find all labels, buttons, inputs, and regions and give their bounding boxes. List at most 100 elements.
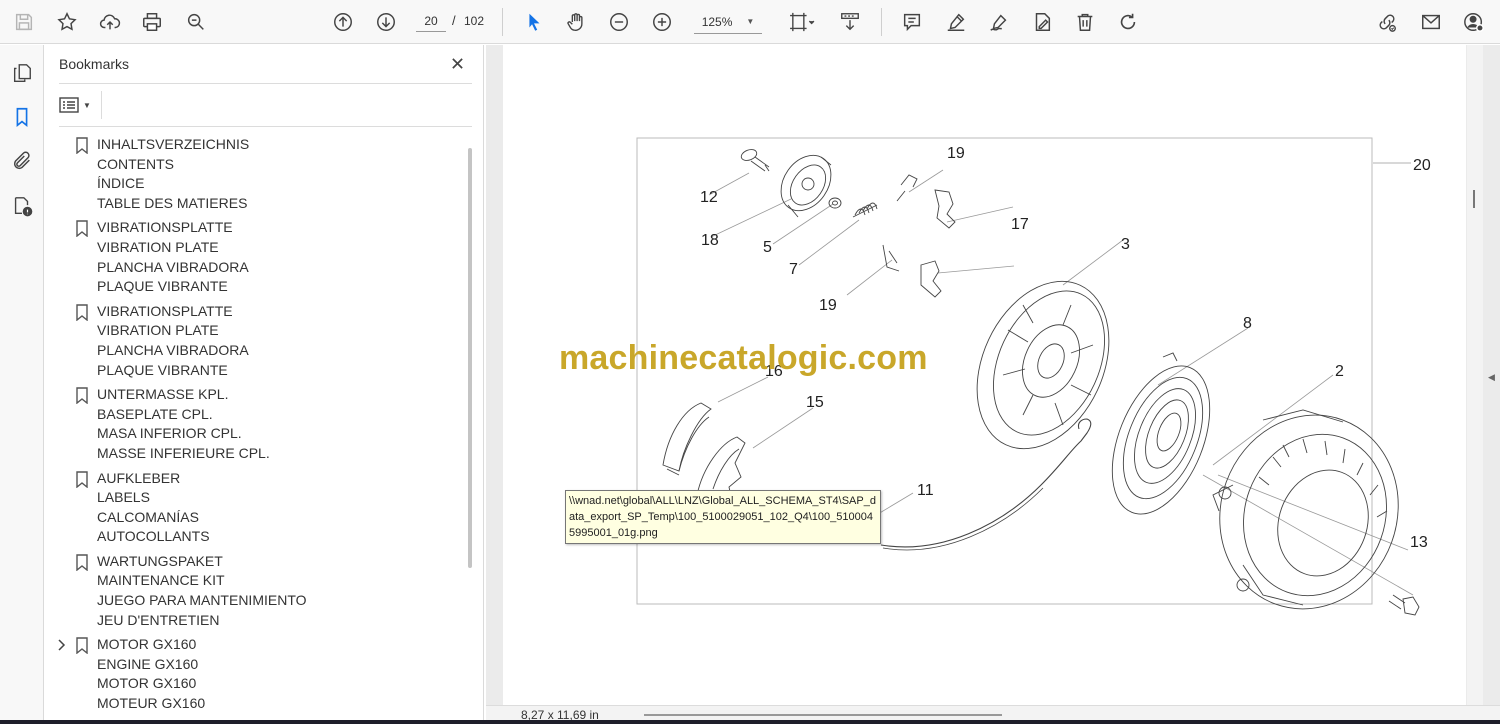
zoom-in-icon[interactable]	[647, 7, 677, 37]
part-number: 19	[947, 145, 965, 162]
image-path-tooltip: \\wnad.net\global\ALL\LNZ\Global_ALL_SCH…	[565, 490, 881, 544]
options-divider	[101, 91, 102, 119]
bookmark-icon	[76, 387, 88, 405]
bookmark-label: MASA INFERIOR CPL.	[97, 425, 242, 442]
bookmark-item[interactable]: VIBRATIONSPLATTE VIBRATION PLATE PLANCHA…	[45, 302, 465, 380]
part-handle	[662, 402, 712, 476]
pdf-page: 12 18 5 7 19 19 17 3 8 2 16 15 11 13 20 …	[503, 45, 1466, 705]
close-icon[interactable]	[443, 51, 471, 75]
bookmark-label: CALCOMANÍAS	[97, 508, 199, 525]
bookmark-item[interactable]: WARTUNGSPAKET MAINTENANCE KIT JUEGO PARA…	[45, 552, 465, 630]
part-number: 7	[789, 261, 798, 278]
bookmark-label: CONTENTS	[97, 155, 174, 172]
zoom-level-dropdown[interactable]: 125% ▼	[694, 10, 762, 34]
rotate-icon[interactable]	[1113, 7, 1143, 37]
part-number: 15	[806, 394, 824, 411]
share-link-icon[interactable]	[1372, 7, 1402, 37]
bookmark-label: VIBRATIONSPLATTE	[97, 302, 233, 319]
options-list-icon	[59, 97, 79, 113]
bookmark-label: MOTEUR GX160	[97, 695, 206, 712]
bookmark-label: PLANCHA VIBRADORA	[97, 258, 249, 275]
part-ratchet	[780, 154, 832, 218]
part-housing	[1212, 409, 1399, 610]
bookmark-label: VIBRATION PLATE	[97, 322, 219, 339]
page-fit-icon[interactable]	[782, 7, 822, 37]
bookmark-label: PLANCHA VIBRADORA	[97, 341, 249, 358]
page-scrollbar-thumb[interactable]	[1473, 190, 1475, 208]
horizontal-scrollbar[interactable]	[644, 714, 1002, 716]
bookmark-options-button[interactable]: ▼	[59, 93, 97, 117]
part-number: 13	[1410, 534, 1428, 551]
fill-sign-icon[interactable]	[1027, 7, 1057, 37]
chevron-right-icon[interactable]	[56, 639, 66, 651]
bookmark-label: LABELS	[97, 489, 150, 506]
part-number: 12	[700, 189, 718, 206]
part-number: 19	[819, 297, 837, 314]
bookmark-item[interactable]: MOTOR GX160 ENGINE GX160 MOTOR GX160 MOT…	[45, 635, 465, 713]
draw-signature-icon[interactable]	[984, 7, 1014, 37]
bookmark-label: PLAQUE VIBRANTE	[97, 361, 228, 378]
delete-trash-icon[interactable]	[1070, 7, 1100, 37]
attachments-paperclip-icon[interactable]	[7, 146, 37, 176]
toolbar-divider	[881, 8, 882, 36]
bookmark-item[interactable]: INHALTSVERZEICHNIS CONTENTS ÍNDICE TABLE…	[45, 135, 465, 213]
next-page-icon[interactable]	[371, 7, 401, 37]
bookmarks-scrollbar[interactable]	[468, 148, 472, 568]
bookmark-item[interactable]: VIBRATIONSPLATTE VIBRATION PLATE PLANCHA…	[45, 218, 465, 296]
previous-page-icon[interactable]	[328, 7, 358, 37]
chevron-down-icon: ▼	[746, 17, 755, 26]
part-number: 8	[1243, 315, 1252, 332]
bookmark-label: JUEGO PARA MANTENIMIENTO	[97, 592, 307, 609]
part-number: 20	[1413, 157, 1431, 174]
bookmark-item[interactable]: AUFKLEBER LABELS CALCOMANÍAS AUTOCOLLANT…	[45, 469, 465, 547]
highlight-pen-icon[interactable]	[941, 7, 971, 37]
print-icon[interactable]	[137, 7, 167, 37]
bookmark-list: INHALTSVERZEICHNIS CONTENTS ÍNDICE TABLE…	[45, 135, 465, 724]
bookmarks-tab-icon[interactable]	[7, 102, 37, 132]
bookmark-label: MOTOR GX160	[97, 675, 197, 692]
part-number: 5	[763, 239, 772, 256]
part-bolt	[1388, 594, 1420, 616]
collapse-right-panel-icon[interactable]: ◀	[1488, 372, 1495, 383]
part-number: 17	[1011, 216, 1029, 233]
bookmark-label: AUTOCOLLANTS	[97, 528, 210, 545]
bookmark-label: MAINTENANCE KIT	[97, 572, 225, 589]
bookmark-label: TABLE DES MATIERES	[97, 194, 248, 211]
bookmark-label: MOTOR GX160	[97, 636, 197, 653]
bookmark-item[interactable]: UNTERMASSE KPL. BASEPLATE CPL. MASA INFE…	[45, 385, 465, 463]
bookmark-label: JEU D'ENTRETIEN	[97, 611, 220, 628]
cloud-upload-icon[interactable]	[95, 7, 125, 37]
scroll-mode-icon[interactable]	[835, 7, 865, 37]
bookmark-icon	[76, 137, 88, 154]
bookmark-label: WARTUNGSPAKET	[97, 552, 223, 569]
page-scrollbar-track[interactable]	[1467, 45, 1483, 705]
part-screw	[740, 149, 770, 172]
zoom-level-value: 125%	[701, 14, 733, 29]
save-icon[interactable]	[9, 7, 39, 37]
document-viewport: 12 18 5 7 19 19 17 3 8 2 16 15 11 13 20 …	[486, 45, 1500, 705]
document-security-icon[interactable]	[7, 191, 37, 221]
watermark-text: machinecatalogic.com	[559, 339, 928, 377]
zoom-search-icon[interactable]	[181, 7, 211, 37]
taskbar-edge	[0, 720, 1500, 724]
page-thumbnails-icon[interactable]	[7, 58, 37, 88]
star-bookmark-icon[interactable]	[52, 7, 82, 37]
bookmarks-panel-title: Bookmarks	[59, 56, 130, 72]
account-icon[interactable]	[1459, 7, 1489, 37]
bookmark-label: VIBRATION PLATE	[97, 238, 219, 255]
bookmark-label: BASEPLATE CPL.	[97, 405, 213, 422]
part-number: 11	[917, 482, 934, 499]
bookmark-icon	[76, 554, 88, 571]
page-number-input[interactable]	[416, 10, 446, 32]
bookmark-label: UNTERMASSE KPL.	[97, 386, 229, 403]
hand-tool-icon[interactable]	[561, 7, 591, 37]
select-cursor-icon[interactable]	[519, 7, 549, 37]
bookmark-label: ENGINE GX160	[97, 655, 199, 672]
main-toolbar: / 102 125% ▼	[0, 0, 1500, 44]
part-spiral-spring	[1111, 352, 1211, 515]
email-icon[interactable]	[1416, 7, 1446, 37]
part-rope	[880, 418, 1092, 548]
zoom-out-icon[interactable]	[604, 7, 634, 37]
comment-icon[interactable]	[897, 7, 927, 37]
part-spring	[852, 202, 878, 218]
